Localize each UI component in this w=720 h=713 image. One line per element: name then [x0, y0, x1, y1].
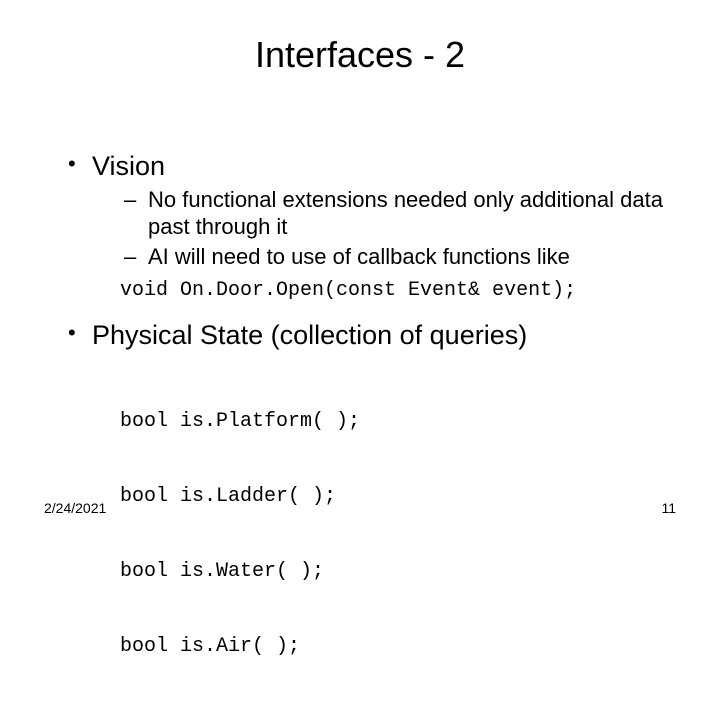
code-line: bool is.Air( ); — [120, 634, 672, 659]
footer-date: 2/24/2021 — [44, 500, 106, 516]
footer-page-number: 11 — [661, 500, 676, 516]
code-line: bool is.Platform( ); — [120, 409, 672, 434]
bullet-vision: Vision No functional extensions needed o… — [64, 150, 672, 303]
bullet-physical-state: Physical State (collection of queries) b… — [64, 319, 672, 709]
bullet-text: Vision — [92, 151, 165, 181]
code-line: bool is.Ladder( ); — [120, 484, 672, 509]
code-line: bool is.Water( ); — [120, 559, 672, 584]
slide: Interfaces - 2 Vision No functional exte… — [0, 0, 720, 540]
code-block: void On.Door.Open(const Event& event); — [120, 278, 672, 303]
sub-bullet: No functional extensions needed only add… — [92, 186, 672, 241]
slide-title: Interfaces - 2 — [0, 34, 720, 76]
bullet-text: Physical State (collection of queries) — [92, 320, 527, 350]
bullet-list: Vision No functional extensions needed o… — [64, 150, 672, 709]
slide-body: Vision No functional extensions needed o… — [64, 150, 672, 713]
sub-bullet-list: No functional extensions needed only add… — [92, 186, 672, 271]
code-block: bool is.Platform( ); bool is.Ladder( ); … — [120, 359, 672, 709]
sub-bullet: AI will need to use of callback function… — [92, 243, 672, 271]
